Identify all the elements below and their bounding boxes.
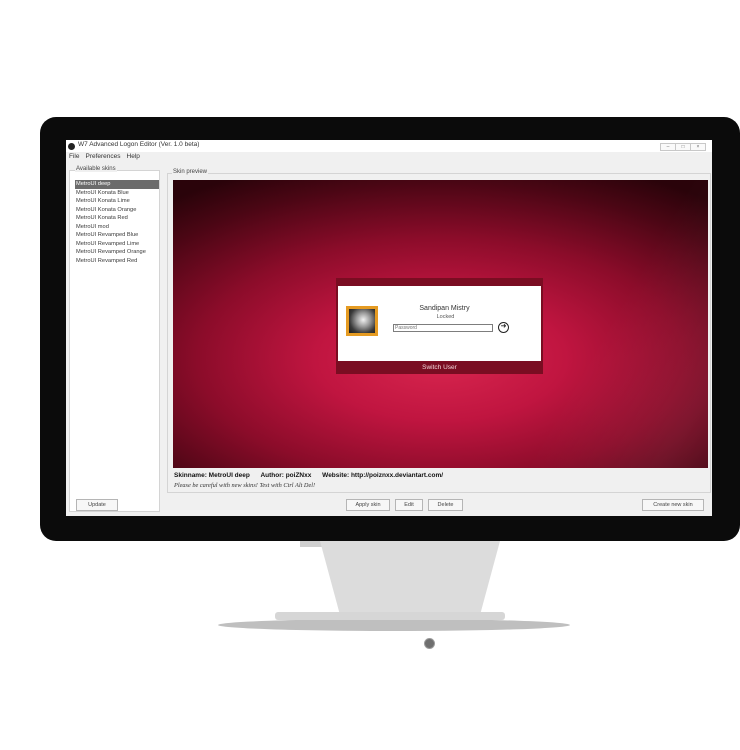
menu-preferences[interactable]: Preferences: [85, 153, 120, 163]
skin-list-item[interactable]: MetroUI mod: [75, 223, 159, 232]
skin-list-item[interactable]: MetroUI Revamped Red: [75, 257, 159, 266]
monitor-stand-foot: [275, 612, 505, 620]
monitor-stand-neck: [320, 541, 500, 615]
monitor-stand-base-shadow: [218, 619, 570, 631]
skin-list-item[interactable]: MetroUI Revamped Orange: [75, 248, 159, 257]
skin-website-info: Website: http://poiznxx.deviantart.com/: [322, 472, 444, 479]
skin-preview-image: Sandipan Mistry Locked ➜ Switch User: [173, 180, 708, 468]
window-controls: – □ ×: [660, 143, 706, 151]
skin-list-item[interactable]: MetroUI Konata Red: [75, 214, 159, 223]
logon-box: Sandipan Mistry Locked ➜ Switch User: [336, 278, 543, 374]
create-new-skin-button[interactable]: Create new skin: [642, 499, 704, 511]
lock-status: Locked: [436, 314, 455, 320]
skin-preview-group: Skin preview Sandipan Mistry Locked ➜ Sw…: [167, 169, 711, 493]
skin-list-item[interactable]: MetroUI deep: [75, 180, 159, 189]
skin-list-item[interactable]: MetroUI Revamped Lime: [75, 240, 159, 249]
user-name: Sandipan Mistry: [419, 305, 470, 312]
app-window: W7 Advanced Logon Editor (Ver. 1.0 beta)…: [66, 140, 712, 516]
maximize-button[interactable]: □: [675, 143, 690, 151]
skin-list-item[interactable]: MetroUI Konata Orange: [75, 206, 159, 215]
warning-text: Please be careful with new skins! Test w…: [174, 482, 316, 489]
available-skins-panel: Available skins MetroUI deep MetroUI Kon…: [69, 166, 160, 512]
skin-author-info: Author: poiZNxx: [260, 472, 312, 479]
skin-list-item[interactable]: MetroUI Revamped Blue: [75, 231, 159, 240]
menu-bar: File Preferences Help: [66, 153, 712, 163]
window-title: W7 Advanced Logon Editor (Ver. 1.0 beta): [78, 141, 200, 148]
delete-button[interactable]: Delete: [428, 499, 463, 511]
skin-preview-legend: Skin preview: [172, 169, 209, 175]
minimize-button[interactable]: –: [660, 143, 675, 151]
skin-list[interactable]: MetroUI deep MetroUI Konata Blue MetroUI…: [75, 180, 159, 265]
edit-button[interactable]: Edit: [395, 499, 423, 511]
skin-list-item[interactable]: MetroUI Konata Blue: [75, 189, 159, 198]
arrow-right-icon[interactable]: ➜: [498, 322, 509, 333]
app-icon: [68, 143, 75, 150]
skin-info: Skinname: MetroUI deep Author: poiZNxx W…: [174, 472, 452, 479]
logon-box-inner: Sandipan Mistry Locked ➜: [338, 286, 541, 361]
available-skins-legend: Available skins: [75, 166, 117, 172]
menu-file[interactable]: File: [69, 153, 79, 163]
switch-user-button[interactable]: Switch User: [336, 364, 543, 371]
skin-list-item[interactable]: MetroUI Konata Lime: [75, 197, 159, 206]
password-field[interactable]: [393, 324, 493, 332]
skin-name-info: Skinname: MetroUI deep: [174, 472, 250, 479]
apply-skin-button[interactable]: Apply skin: [346, 499, 390, 511]
close-button[interactable]: ×: [690, 143, 706, 151]
power-button: [424, 638, 435, 649]
update-button[interactable]: Update: [76, 499, 118, 511]
menu-help[interactable]: Help: [127, 153, 140, 163]
title-bar: W7 Advanced Logon Editor (Ver. 1.0 beta)…: [66, 140, 712, 152]
avatar-photo: [349, 309, 375, 333]
